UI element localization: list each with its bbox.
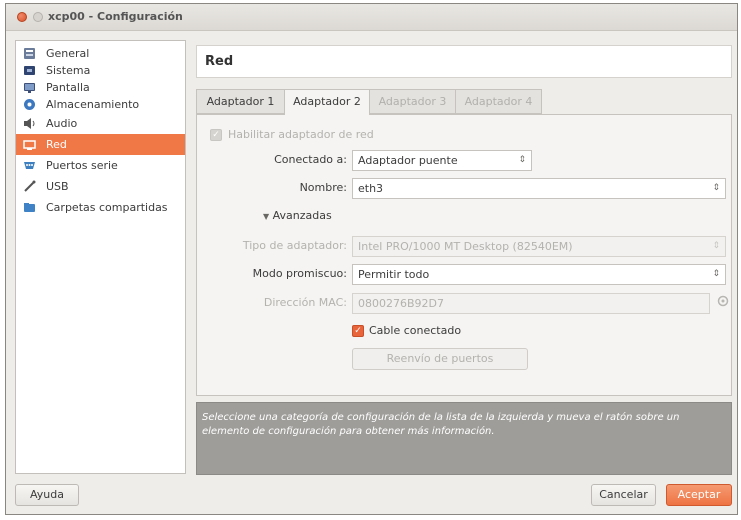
sidebar-item-usb[interactable]: USB xyxy=(16,176,185,197)
spin-arrows-icon: ⇕ xyxy=(712,241,720,251)
tab-label: Adaptador 2 xyxy=(293,95,361,108)
attached-to-label: Conectado a: xyxy=(274,153,347,166)
expand-triangle-icon: ▼ xyxy=(263,212,270,221)
close-icon[interactable] xyxy=(17,12,27,22)
shared-folder-icon xyxy=(23,201,36,214)
adapter-type-label: Tipo de adaptador: xyxy=(242,239,347,252)
sidebar-item-label: Sistema xyxy=(46,64,91,77)
sidebar-item-audio[interactable]: Audio xyxy=(16,113,185,134)
sidebar-item-label: Audio xyxy=(46,117,78,130)
sidebar-item-label: Red xyxy=(46,138,67,151)
advanced-label: Avanzadas xyxy=(272,209,332,222)
window-title: xcp00 - Configuración xyxy=(48,10,183,23)
attached-to-select[interactable]: Adaptador puente ⇕ xyxy=(352,150,532,171)
adapter-type-select[interactable]: Intel PRO/1000 MT Desktop (82540EM) ⇕ xyxy=(352,236,726,257)
network-icon xyxy=(23,138,36,151)
page-header: Red xyxy=(196,45,732,78)
tab-label: Adaptador 3 xyxy=(378,95,447,108)
spin-arrows-icon: ⇕ xyxy=(518,155,526,165)
usb-icon xyxy=(23,180,36,193)
category-list: General Sistema Pantalla Almacenamiento … xyxy=(15,40,186,474)
tab-label: Adaptador 4 xyxy=(464,95,533,108)
page-title: Red xyxy=(205,54,234,69)
sidebar-item-label: USB xyxy=(46,180,69,193)
enable-adapter-label: Habilitar adaptador de red xyxy=(228,128,374,141)
sidebar-item-serial-ports[interactable]: Puertos serie xyxy=(16,155,185,176)
port-forwarding-button[interactable]: Reenvío de puertos xyxy=(352,348,528,370)
refresh-mac-icon[interactable] xyxy=(717,295,729,310)
adapter-type-value: Intel PRO/1000 MT Desktop (82540EM) xyxy=(358,240,573,253)
system-icon xyxy=(23,64,36,77)
audio-icon xyxy=(23,117,36,130)
storage-icon xyxy=(23,98,36,111)
sidebar-item-system[interactable]: Sistema xyxy=(16,62,185,79)
sidebar-item-network[interactable]: Red xyxy=(16,134,185,155)
tab-adapter-1[interactable]: Adaptador 1 xyxy=(196,89,285,114)
serial-port-icon xyxy=(23,159,36,172)
title-bar: xcp00 - Configuración xyxy=(6,4,737,31)
sidebar-item-storage[interactable]: Almacenamiento xyxy=(16,96,185,113)
sidebar-item-label: Puertos serie xyxy=(46,159,118,172)
sidebar-item-shared-folders[interactable]: Carpetas compartidas xyxy=(16,197,185,218)
sidebar-item-label: Almacenamiento xyxy=(46,98,140,111)
mac-address-value: 0800276B92D7 xyxy=(358,297,445,310)
attached-to-value: Adaptador puente xyxy=(358,154,458,167)
display-icon xyxy=(23,81,36,94)
tab-adapter-3[interactable]: Adaptador 3 xyxy=(369,89,456,114)
tab-adapter-4[interactable]: Adaptador 4 xyxy=(455,89,542,114)
cable-connected-label: Cable conectado xyxy=(369,324,462,337)
general-icon xyxy=(23,47,36,60)
accept-button[interactable]: Aceptar xyxy=(666,484,732,506)
advanced-toggle[interactable]: ▼ Avanzadas xyxy=(263,209,332,222)
name-select[interactable]: eth3 ⇕ xyxy=(352,178,726,199)
info-panel: Seleccione una categoría de configuració… xyxy=(196,402,732,475)
name-value: eth3 xyxy=(358,182,384,195)
mac-address-label: Dirección MAC: xyxy=(263,296,347,309)
promiscuous-mode-select[interactable]: Permitir todo ⇕ xyxy=(352,264,726,285)
tab-adapter-2[interactable]: Adaptador 2 xyxy=(284,89,370,115)
mac-address-input[interactable]: 0800276B92D7 xyxy=(352,293,710,314)
info-text: Seleccione una categoría de configuració… xyxy=(202,412,680,437)
cancel-button[interactable]: Cancelar xyxy=(591,484,656,506)
sidebar-item-label: General xyxy=(46,47,90,60)
promiscuous-mode-label: Modo promiscuo: xyxy=(252,267,347,280)
sidebar-item-general[interactable]: General xyxy=(16,45,185,62)
settings-window: xcp00 - Configuración General Sistema Pa… xyxy=(5,3,738,515)
tab-label: Adaptador 1 xyxy=(206,95,275,108)
sidebar-item-label: Pantalla xyxy=(46,81,90,94)
adapter-settings-panel: ✓ Habilitar adaptador de red Conectado a… xyxy=(196,114,732,396)
enable-adapter-checkbox[interactable]: ✓ xyxy=(210,129,222,141)
name-label: Nombre: xyxy=(299,181,347,194)
sidebar-item-display[interactable]: Pantalla xyxy=(16,79,185,96)
spin-arrows-icon: ⇕ xyxy=(712,183,720,193)
spin-arrows-icon: ⇕ xyxy=(712,269,720,279)
help-button[interactable]: Ayuda xyxy=(15,484,79,506)
promiscuous-mode-value: Permitir todo xyxy=(358,268,430,281)
cable-connected-checkbox[interactable]: ✓ xyxy=(352,325,364,337)
sidebar-item-label: Carpetas compartidas xyxy=(46,201,168,214)
minimize-icon[interactable] xyxy=(33,12,43,22)
